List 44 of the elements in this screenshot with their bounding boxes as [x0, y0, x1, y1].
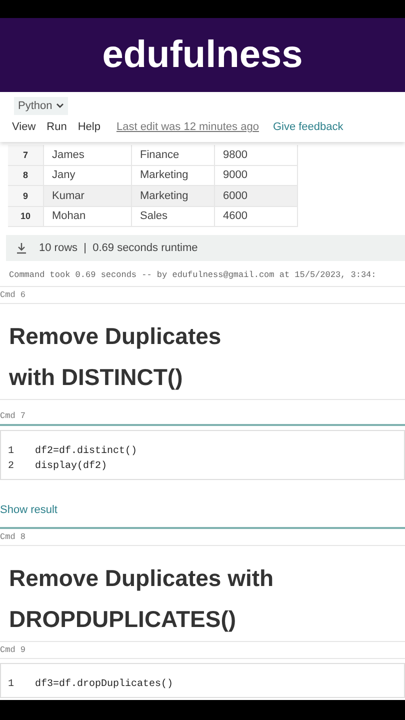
channel-title: edufulness	[102, 34, 303, 76]
table-cell: 4600	[215, 206, 298, 226]
cell-heading: with DISTINCT()	[9, 363, 184, 392]
menu-item[interactable]: Run	[46, 121, 67, 133]
cell-heading: Remove Duplicates with	[9, 564, 275, 593]
cell-heading: DROPDUPLICATES()	[9, 605, 238, 634]
table-cell: 9000	[215, 166, 298, 185]
code-line: df3=df.dropDuplicates()	[34, 679, 174, 690]
line-number: 2	[7, 461, 16, 472]
row-number: 7	[8, 145, 44, 164]
cell-label: Cmd 8	[0, 529, 405, 546]
cell-heading: Remove Duplicates	[9, 322, 222, 351]
table-cell: Marketing	[132, 166, 215, 185]
language-dropdown[interactable]: Python	[14, 97, 68, 115]
row-number: 10	[8, 206, 44, 226]
table-cell: Mohan	[44, 206, 132, 226]
code-editor[interactable]: 1 df2=df.distinct() 2 display(df2)	[0, 430, 405, 480]
code-line: df2=df.distinct()	[34, 446, 138, 457]
menu-item[interactable]: View	[12, 121, 36, 133]
table-cell: Sales	[132, 206, 215, 226]
menu-item[interactable]: Help	[78, 121, 100, 133]
cell-label: Cmd 6	[0, 287, 405, 304]
show-result-link[interactable]: Show result	[0, 504, 58, 516]
download-icon[interactable]	[16, 242, 27, 254]
result-summary: 10 rows | 0.69 seconds runtime	[39, 242, 198, 254]
command-info: Command took 0.69 seconds -- by edufulness@gmail.com at 15/5/2023, 3:34:	[0, 261, 405, 287]
row-number: 8	[8, 166, 44, 185]
line-number: 1	[7, 679, 16, 690]
table-cell: 9800	[215, 145, 298, 164]
table-cell: Jany	[44, 166, 132, 185]
cell-label: Cmd 9	[0, 642, 405, 659]
cell-label: Cmd 7	[0, 408, 405, 426]
code-editor[interactable]: 1 df3=df.dropDuplicates()	[0, 663, 405, 698]
feedback-link[interactable]: Give feedback	[272, 121, 344, 133]
chevron-icon	[56, 103, 64, 109]
last-edit-link[interactable]: Last edit was 12 minutes ago	[116, 121, 259, 133]
code-line: display(df2)	[34, 461, 108, 472]
table-cell: Marketing	[132, 186, 215, 206]
row-number: 9	[8, 186, 44, 206]
line-number: 1	[7, 446, 16, 457]
table-cell: James	[44, 145, 132, 164]
table-cell: Kumar	[44, 186, 132, 206]
table-cell: Finance	[132, 145, 215, 164]
table-cell: 6000	[215, 186, 298, 206]
